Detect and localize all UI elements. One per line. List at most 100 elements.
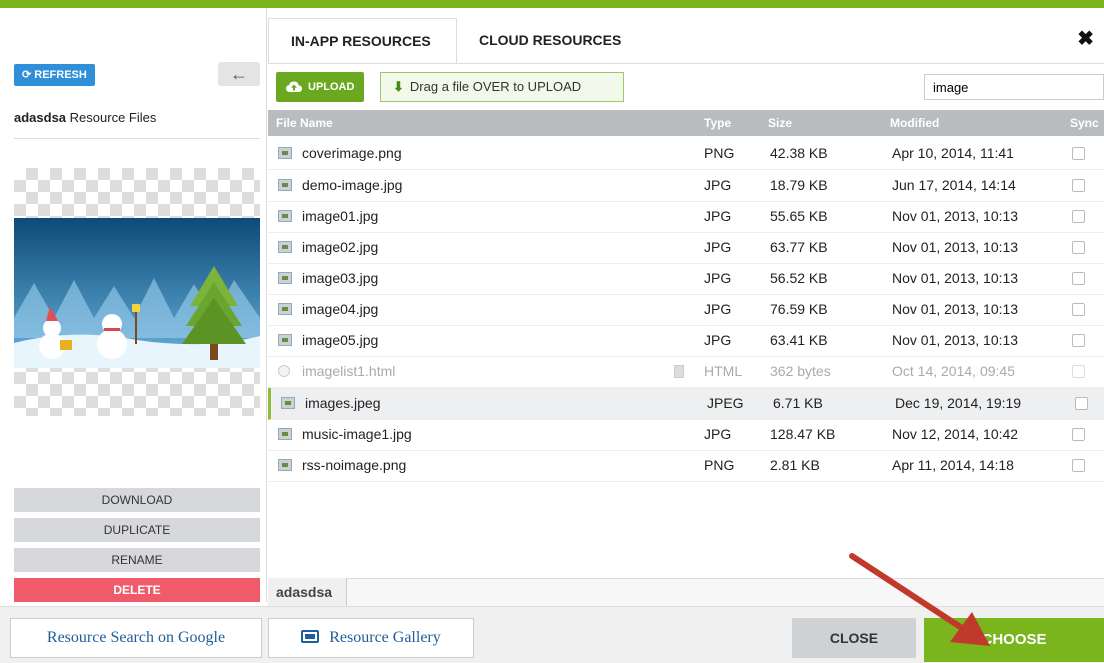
close-button[interactable]: CLOSE: [792, 618, 916, 658]
tab-in-app-resources[interactable]: IN-APP RESOURCES: [268, 18, 457, 64]
sync-checkbox[interactable]: [1072, 179, 1085, 192]
image-preview: [14, 168, 260, 416]
duplicate-button[interactable]: DUPLICATE: [14, 518, 260, 542]
file-row[interactable]: image04.jpg JPG 76.59 KB Nov 01, 2013, 1…: [268, 294, 1104, 326]
drag-upload-label: Drag a file OVER to UPLOAD: [409, 79, 582, 94]
breadcrumb[interactable]: adasdsa: [268, 578, 348, 606]
file-modified: Nov 01, 2013, 10:13: [892, 239, 1019, 255]
column-size[interactable]: Size: [768, 110, 792, 136]
preview-image: [14, 218, 260, 368]
choose-button[interactable]: CHOOSE: [924, 618, 1104, 662]
tab-divider: [268, 63, 1104, 64]
refresh-button[interactable]: ⟳ REFRESH: [14, 64, 95, 86]
sidebar-divider: [14, 138, 260, 139]
file-size: 56.52 KB: [770, 270, 828, 286]
file-modified: Jun 17, 2014, 14:14: [892, 177, 1016, 193]
download-button[interactable]: DOWNLOAD: [14, 488, 260, 512]
file-modified: Nov 12, 2014, 10:42: [892, 426, 1019, 442]
file-row[interactable]: demo-image.jpg JPG 18.79 KB Jun 17, 2014…: [268, 170, 1104, 202]
file-row-selected[interactable]: images.jpeg JPEG 6.71 KB Dec 19, 2014, 1…: [268, 388, 1104, 420]
image-file-icon: [278, 428, 292, 440]
file-row[interactable]: imagelist1.html HTML 362 bytes Oct 14, 2…: [268, 356, 1104, 388]
sync-checkbox[interactable]: [1075, 397, 1088, 410]
file-modified: Nov 01, 2013, 10:13: [892, 332, 1019, 348]
sync-checkbox[interactable]: [1072, 147, 1085, 160]
back-arrow-icon: ←: [230, 64, 248, 84]
file-size: 76.59 KB: [770, 301, 828, 317]
resource-search-google-button[interactable]: Resource Search on Google: [10, 618, 262, 658]
sync-checkbox[interactable]: [1072, 241, 1085, 254]
file-type: JPG: [704, 332, 732, 348]
html-file-icon: [278, 365, 290, 377]
rename-button[interactable]: RENAME: [14, 548, 260, 572]
file-size: 362 bytes: [770, 363, 831, 379]
file-type: PNG: [704, 457, 735, 473]
refresh-label: REFRESH: [34, 69, 87, 81]
upload-button[interactable]: UPLOAD: [276, 72, 365, 102]
column-type[interactable]: Type: [704, 110, 731, 136]
file-type: JPG: [704, 177, 732, 193]
drag-upload-zone[interactable]: ⬇ Drag a file OVER to UPLOAD: [380, 72, 624, 102]
file-name: coverimage.png: [302, 145, 402, 161]
file-modified: Nov 01, 2013, 10:13: [892, 301, 1019, 317]
file-row[interactable]: image02.jpg JPG 63.77 KB Nov 01, 2013, 1…: [268, 232, 1104, 264]
cloud-upload-icon: [286, 81, 302, 92]
file-size: 55.65 KB: [770, 208, 828, 224]
resource-files-heading: adasdsa Resource Files: [14, 110, 156, 125]
image-file-icon: [278, 459, 292, 471]
file-type: JPG: [704, 301, 732, 317]
file-type: JPG: [704, 270, 732, 286]
resource-files-label: Resource Files: [69, 110, 157, 125]
image-file-icon: [278, 303, 292, 315]
gallery-icon: [301, 630, 320, 643]
resource-gallery-button[interactable]: Resource Gallery: [268, 618, 474, 658]
upload-label: UPLOAD: [308, 81, 355, 93]
sync-checkbox[interactable]: [1072, 272, 1085, 285]
column-sync[interactable]: Sync: [1070, 110, 1099, 136]
sync-checkbox[interactable]: [1072, 334, 1085, 347]
file-modified: Apr 10, 2014, 11:41: [892, 145, 1014, 161]
file-row[interactable]: coverimage.png PNG 42.38 KB Apr 10, 2014…: [268, 138, 1104, 170]
sync-checkbox[interactable]: [1072, 459, 1085, 472]
file-name: image05.jpg: [302, 332, 379, 348]
file-name: image04.jpg: [302, 301, 379, 317]
column-file-name[interactable]: File Name: [276, 110, 333, 136]
tab-cloud-resources[interactable]: CLOUD RESOURCES: [457, 18, 643, 62]
file-modified: Oct 14, 2014, 09:45: [892, 363, 1015, 379]
image-file-icon: [278, 210, 292, 222]
sync-checkbox[interactable]: [1072, 428, 1085, 441]
file-name: images.jpeg: [305, 395, 381, 411]
file-modified: Nov 01, 2013, 10:13: [892, 208, 1019, 224]
image-file-icon: [278, 272, 292, 284]
file-size: 6.71 KB: [773, 395, 823, 411]
download-arrow-icon: ⬇: [393, 79, 404, 94]
resource-gallery-label: Resource Gallery: [329, 629, 441, 646]
breadcrumb-bar: [268, 578, 1104, 607]
search-input[interactable]: [924, 74, 1104, 100]
file-row[interactable]: music-image1.jpg JPG 128.47 KB Nov 12, 2…: [268, 419, 1104, 451]
document-icon: [674, 365, 684, 378]
delete-button[interactable]: DELETE: [14, 578, 260, 602]
sync-checkbox[interactable]: [1072, 210, 1085, 223]
file-row[interactable]: image05.jpg JPG 63.41 KB Nov 01, 2013, 1…: [268, 325, 1104, 357]
refresh-icon: ⟳: [22, 69, 32, 81]
file-modified: Nov 01, 2013, 10:13: [892, 270, 1019, 286]
back-button[interactable]: ←: [218, 62, 260, 86]
file-name: image02.jpg: [302, 239, 379, 255]
file-type: JPG: [704, 208, 732, 224]
sync-checkbox[interactable]: [1072, 303, 1085, 316]
top-accent-bar: [0, 0, 1104, 8]
file-type: JPEG: [707, 395, 744, 411]
file-row[interactable]: rss-noimage.png PNG 2.81 KB Apr 11, 2014…: [268, 450, 1104, 482]
file-row[interactable]: image03.jpg JPG 56.52 KB Nov 01, 2013, 1…: [268, 263, 1104, 295]
sync-checkbox[interactable]: [1072, 365, 1085, 378]
file-row[interactable]: image01.jpg JPG 55.65 KB Nov 01, 2013, 1…: [268, 201, 1104, 233]
file-name: imagelist1.html: [302, 363, 396, 379]
file-modified: Apr 11, 2014, 14:18: [892, 457, 1014, 473]
file-name: image01.jpg: [302, 208, 379, 224]
file-size: 128.47 KB: [770, 426, 836, 442]
column-modified[interactable]: Modified: [890, 110, 939, 136]
close-icon[interactable]: ✖: [1077, 26, 1094, 51]
file-type: HTML: [704, 363, 743, 379]
resource-tabs: IN-APP RESOURCES CLOUD RESOURCES: [268, 18, 643, 64]
